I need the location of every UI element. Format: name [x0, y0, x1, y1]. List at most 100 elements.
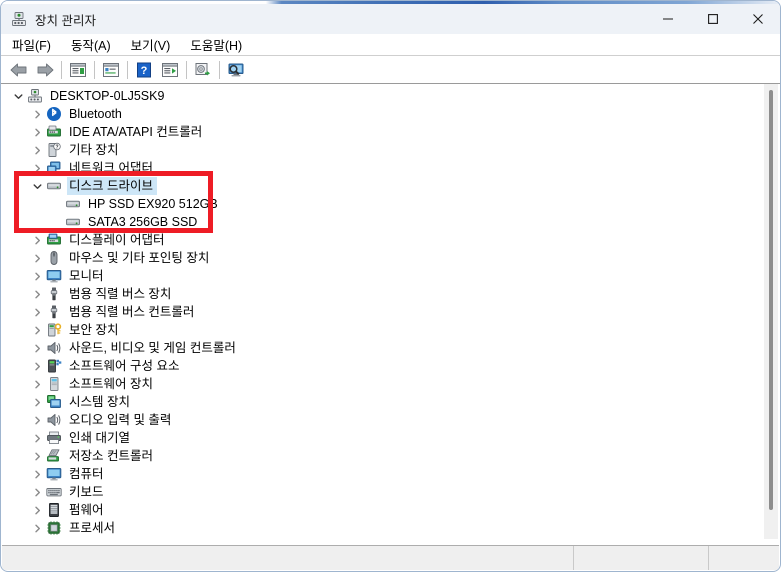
update-driver-icon[interactable] — [190, 58, 216, 82]
tree-item-label-wrap: Bluetooth — [67, 105, 126, 123]
chevron-right-icon[interactable] — [29, 501, 45, 519]
chevron-right-icon[interactable] — [29, 537, 45, 539]
tree-item-1[interactable]: Bluetooth — [2, 105, 779, 123]
tree-item-4[interactable]: 네트워크 어댑터 — [2, 159, 779, 177]
tree-item-label: 키보드 — [69, 485, 104, 499]
forward-arrow-icon[interactable] — [32, 58, 58, 82]
tree-item-label-wrap: 소프트웨어 구성 요소 — [67, 357, 183, 375]
chevron-right-icon[interactable] — [29, 483, 45, 501]
chevron-right-icon[interactable] — [29, 447, 45, 465]
chevron-down-icon[interactable] — [29, 177, 45, 195]
chevron-right-icon[interactable] — [29, 321, 45, 339]
vertical-scrollbar-thumb[interactable] — [769, 90, 773, 510]
chevron-right-icon[interactable] — [29, 465, 45, 483]
tree-item-14[interactable]: 사운드, 비디오 및 게임 컨트롤러 — [2, 339, 779, 357]
chevron-right-icon[interactable] — [29, 267, 45, 285]
tree-item-label: 소프트웨어 장치 — [69, 377, 153, 391]
tree-item-25[interactable]: 휴먼 인터페이스 장치 — [2, 537, 779, 539]
chevron-right-icon[interactable] — [29, 231, 45, 249]
tree-item-7[interactable]: SATA3 256GB SSD — [2, 213, 779, 231]
tree-item-label-wrap: 네트워크 어댑터 — [67, 159, 157, 177]
chevron-right-icon[interactable] — [29, 123, 45, 141]
print-queue-icon — [45, 429, 63, 447]
tree-item-24[interactable]: 프로세서 — [2, 519, 779, 537]
tree-item-21[interactable]: 컴퓨터 — [2, 465, 779, 483]
status-panel-1 — [573, 546, 708, 570]
minimize-button[interactable] — [645, 4, 690, 34]
title-bar-left: 장치 관리자 — [1, 10, 96, 29]
tree-item-label: 소프트웨어 구성 요소 — [69, 359, 180, 373]
vertical-scrollbar[interactable] — [764, 84, 778, 539]
tree-item-label: 디스플레이 어댑터 — [69, 233, 165, 247]
tree-item-22[interactable]: 키보드 — [2, 483, 779, 501]
chevron-right-icon[interactable] — [29, 375, 45, 393]
close-button[interactable] — [735, 4, 780, 34]
back-arrow-icon[interactable] — [6, 58, 32, 82]
bluetooth-icon — [45, 105, 63, 123]
tree-item-3[interactable]: ? 기타 장치 — [2, 141, 779, 159]
chevron-right-icon[interactable] — [29, 141, 45, 159]
chevron-right-icon[interactable] — [29, 429, 45, 447]
tree-item-18[interactable]: 오디오 입력 및 출력 — [2, 411, 779, 429]
tree-item-label: 프로세서 — [69, 521, 116, 535]
properties-icon[interactable] — [65, 58, 91, 82]
tree-item-10[interactable]: 모니터 — [2, 267, 779, 285]
sound-icon — [45, 339, 63, 357]
device-tree: DESKTOP-0LJ5SK9 Bluetooth IDE ATA/ATAPI 컨… — [2, 84, 779, 539]
system-device-icon — [45, 393, 63, 411]
display-adapter-icon — [45, 231, 63, 249]
maximize-button[interactable] — [690, 4, 735, 34]
toolbar-separator — [219, 60, 220, 79]
chevron-right-icon[interactable] — [29, 249, 45, 267]
tree-item-label-wrap: 펌웨어 — [67, 501, 108, 519]
chevron-right-icon[interactable] — [29, 159, 45, 177]
menu-action[interactable]: 동작(A) — [62, 33, 120, 56]
security-device-icon — [45, 321, 63, 339]
tree-item-15[interactable]: 소프트웨어 구성 요소 — [2, 357, 779, 375]
device-search-icon[interactable] — [223, 58, 249, 82]
tree-item-5[interactable]: 디스크 드라이브 — [2, 177, 779, 195]
chevron-right-icon[interactable] — [29, 357, 45, 375]
status-bar — [2, 545, 779, 570]
toolbar-separator — [127, 60, 128, 79]
device-tree-children: Bluetooth IDE ATA/ATAPI 컨트롤러 ? 기타 장치 네트워크 어댑… — [2, 105, 779, 539]
tree-item-label: 디스크 드라이브 — [69, 179, 153, 193]
tree-item-16[interactable]: 소프트웨어 장치 — [2, 375, 779, 393]
tree-item-17[interactable]: 시스템 장치 — [2, 393, 779, 411]
tree-item-label: IDE ATA/ATAPI 컨트롤러 — [69, 125, 203, 139]
scan-hardware-changes-icon[interactable] — [157, 58, 183, 82]
chevron-right-icon[interactable] — [29, 105, 45, 123]
chevron-right-icon[interactable] — [29, 393, 45, 411]
chevron-right-icon[interactable] — [29, 519, 45, 537]
chevron-right-icon[interactable] — [29, 411, 45, 429]
tree-item-9[interactable]: 마우스 및 기타 포인팅 장치 — [2, 249, 779, 267]
chevron-right-icon[interactable] — [29, 339, 45, 357]
tree-item-label: 인쇄 대기열 — [69, 431, 130, 445]
tree-item-12[interactable]: 범용 직렬 버스 컨트롤러 — [2, 303, 779, 321]
menu-view[interactable]: 보기(V) — [122, 33, 180, 56]
tree-item-11[interactable]: 범용 직렬 버스 장치 — [2, 285, 779, 303]
tree-item-label: 펌웨어 — [69, 503, 104, 517]
menu-help[interactable]: 도움말(H) — [181, 33, 251, 56]
tree-item-label-wrap: 저장소 컨트롤러 — [67, 447, 157, 465]
tree-item-8[interactable]: 디스플레이 어댑터 — [2, 231, 779, 249]
chevron-down-icon[interactable] — [10, 87, 26, 105]
tree-item-2[interactable]: IDE ATA/ATAPI 컨트롤러 — [2, 123, 779, 141]
menu-file[interactable]: 파일(F) — [3, 33, 60, 56]
tree-root-item[interactable]: DESKTOP-0LJ5SK9 — [2, 87, 779, 105]
chevron-right-icon[interactable] — [29, 285, 45, 303]
tree-item-23[interactable]: 펌웨어 — [2, 501, 779, 519]
tree-item-13[interactable]: 보안 장치 — [2, 321, 779, 339]
chevron-right-icon[interactable] — [29, 303, 45, 321]
software-component-icon — [45, 357, 63, 375]
device-tree-pane[interactable]: DESKTOP-0LJ5SK9 Bluetooth IDE ATA/ATAPI 컨… — [2, 84, 779, 539]
status-message — [2, 546, 573, 570]
help-icon[interactable]: ? — [131, 58, 157, 82]
tree-item-19[interactable]: 인쇄 대기열 — [2, 429, 779, 447]
tree-item-6[interactable]: HP SSD EX920 512GB — [2, 195, 779, 213]
tree-item-label: 범용 직렬 버스 컨트롤러 — [69, 305, 195, 319]
tree-item-20[interactable]: 저장소 컨트롤러 — [2, 447, 779, 465]
processor-icon — [45, 519, 63, 537]
show-hide-console-tree-icon[interactable] — [98, 58, 124, 82]
